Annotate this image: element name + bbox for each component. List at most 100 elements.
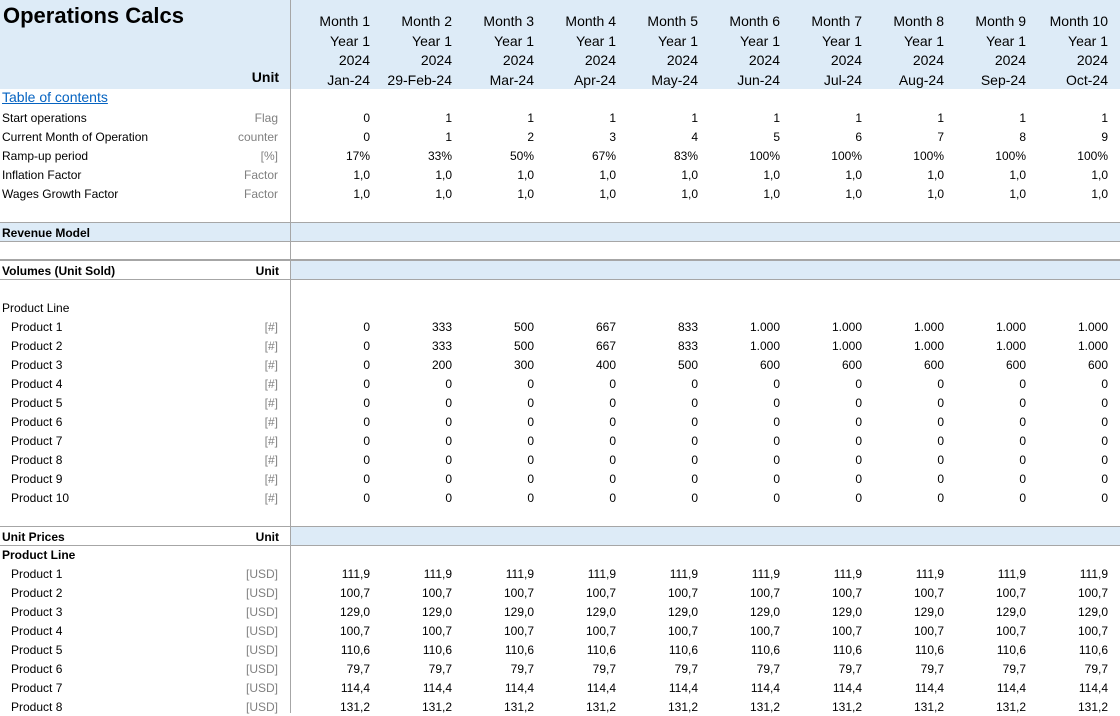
table-cell[interactable]: 100,7 — [946, 624, 1026, 638]
table-cell[interactable]: 0 — [618, 377, 698, 391]
table-cell[interactable]: 0 — [290, 396, 370, 410]
table-cell[interactable]: 0 — [290, 377, 370, 391]
table-cell[interactable]: 0 — [864, 415, 944, 429]
table-cell[interactable]: 0 — [946, 472, 1026, 486]
table-cell[interactable]: 1,0 — [372, 168, 452, 182]
table-cell[interactable]: 0 — [1028, 377, 1108, 391]
table-cell[interactable]: 0 — [536, 453, 616, 467]
table-cell[interactable]: 0 — [782, 491, 862, 505]
table-cell[interactable]: 110,6 — [782, 643, 862, 657]
table-cell[interactable]: 4 — [618, 130, 698, 144]
table-cell[interactable]: 114,4 — [290, 681, 370, 695]
table-cell[interactable]: 1,0 — [1028, 168, 1108, 182]
table-cell[interactable]: 100% — [700, 149, 780, 163]
table-cell[interactable]: 1.000 — [782, 320, 862, 334]
table-cell[interactable]: 1 — [700, 111, 780, 125]
table-cell[interactable]: 0 — [290, 472, 370, 486]
table-cell[interactable]: 0 — [1028, 472, 1108, 486]
table-cell[interactable]: 0 — [536, 415, 616, 429]
table-cell[interactable]: 131,2 — [618, 700, 698, 714]
table-cell[interactable]: 500 — [454, 320, 534, 334]
table-cell[interactable]: 111,9 — [290, 567, 370, 581]
table-cell[interactable]: 0 — [618, 415, 698, 429]
table-cell[interactable]: 1,0 — [618, 187, 698, 201]
table-cell[interactable]: 7 — [864, 130, 944, 144]
table-cell[interactable]: 1.000 — [782, 339, 862, 353]
table-cell[interactable]: 131,2 — [946, 700, 1026, 714]
table-cell[interactable]: 0 — [700, 396, 780, 410]
table-cell[interactable]: 500 — [618, 358, 698, 372]
table-cell[interactable]: 0 — [290, 111, 370, 125]
table-cell[interactable]: 0 — [864, 453, 944, 467]
table-cell[interactable]: 83% — [618, 149, 698, 163]
table-cell[interactable]: 100,7 — [536, 624, 616, 638]
table-cell[interactable]: 129,0 — [782, 605, 862, 619]
table-cell[interactable]: 111,9 — [618, 567, 698, 581]
table-cell[interactable]: 1.000 — [1028, 320, 1108, 334]
table-cell[interactable]: 100,7 — [618, 624, 698, 638]
table-cell[interactable]: 1 — [1028, 111, 1108, 125]
table-cell[interactable]: 1 — [618, 111, 698, 125]
table-cell[interactable]: 0 — [454, 434, 534, 448]
table-cell[interactable]: 1,0 — [700, 187, 780, 201]
table-cell[interactable]: 110,6 — [454, 643, 534, 657]
table-cell[interactable]: 0 — [290, 491, 370, 505]
table-cell[interactable]: 131,2 — [782, 700, 862, 714]
table-cell[interactable]: 1.000 — [946, 320, 1026, 334]
table-cell[interactable]: 100,7 — [1028, 624, 1108, 638]
table-cell[interactable]: 1 — [454, 111, 534, 125]
table-cell[interactable]: 114,4 — [946, 681, 1026, 695]
table-cell[interactable]: 833 — [618, 320, 698, 334]
table-cell[interactable]: 600 — [782, 358, 862, 372]
table-cell[interactable]: 2 — [454, 130, 534, 144]
table-cell[interactable]: 600 — [946, 358, 1026, 372]
table-cell[interactable]: 0 — [290, 434, 370, 448]
table-cell[interactable]: 0 — [864, 377, 944, 391]
table-cell[interactable]: 79,7 — [700, 662, 780, 676]
table-cell[interactable]: 100% — [946, 149, 1026, 163]
table-cell[interactable]: 100,7 — [290, 624, 370, 638]
table-cell[interactable]: 1,0 — [536, 187, 616, 201]
table-cell[interactable]: 0 — [864, 472, 944, 486]
table-cell[interactable]: 110,6 — [1028, 643, 1108, 657]
table-of-contents-link[interactable]: Table of contents — [2, 89, 108, 105]
table-cell[interactable]: 8 — [946, 130, 1026, 144]
table-cell[interactable]: 0 — [290, 415, 370, 429]
table-cell[interactable]: 111,9 — [700, 567, 780, 581]
table-cell[interactable]: 0 — [946, 377, 1026, 391]
table-cell[interactable]: 114,4 — [1028, 681, 1108, 695]
table-cell[interactable]: 0 — [454, 491, 534, 505]
table-cell[interactable]: 100% — [782, 149, 862, 163]
table-cell[interactable]: 1,0 — [290, 168, 370, 182]
table-cell[interactable]: 0 — [372, 434, 452, 448]
table-cell[interactable]: 400 — [536, 358, 616, 372]
table-cell[interactable]: 1,0 — [1028, 187, 1108, 201]
table-cell[interactable]: 100,7 — [782, 624, 862, 638]
table-cell[interactable]: 100,7 — [1028, 586, 1108, 600]
table-cell[interactable]: 110,6 — [372, 643, 452, 657]
table-cell[interactable]: 0 — [290, 320, 370, 334]
table-cell[interactable]: 1,0 — [946, 187, 1026, 201]
table-cell[interactable]: 0 — [536, 434, 616, 448]
table-cell[interactable]: 110,6 — [536, 643, 616, 657]
table-cell[interactable]: 0 — [454, 453, 534, 467]
table-cell[interactable]: 0 — [782, 396, 862, 410]
table-cell[interactable]: 79,7 — [536, 662, 616, 676]
table-cell[interactable]: 129,0 — [618, 605, 698, 619]
table-cell[interactable]: 0 — [454, 472, 534, 486]
table-cell[interactable]: 1,0 — [454, 168, 534, 182]
table-cell[interactable]: 0 — [618, 434, 698, 448]
table-cell[interactable]: 0 — [782, 453, 862, 467]
table-cell[interactable]: 0 — [372, 472, 452, 486]
table-cell[interactable]: 0 — [290, 339, 370, 353]
table-cell[interactable]: 114,4 — [864, 681, 944, 695]
table-cell[interactable]: 0 — [782, 434, 862, 448]
table-cell[interactable]: 131,2 — [700, 700, 780, 714]
table-cell[interactable]: 131,2 — [290, 700, 370, 714]
table-cell[interactable]: 1.000 — [864, 320, 944, 334]
table-cell[interactable]: 114,4 — [618, 681, 698, 695]
table-cell[interactable]: 0 — [536, 396, 616, 410]
table-cell[interactable]: 1 — [372, 111, 452, 125]
table-cell[interactable]: 100,7 — [700, 624, 780, 638]
table-cell[interactable]: 1.000 — [946, 339, 1026, 353]
